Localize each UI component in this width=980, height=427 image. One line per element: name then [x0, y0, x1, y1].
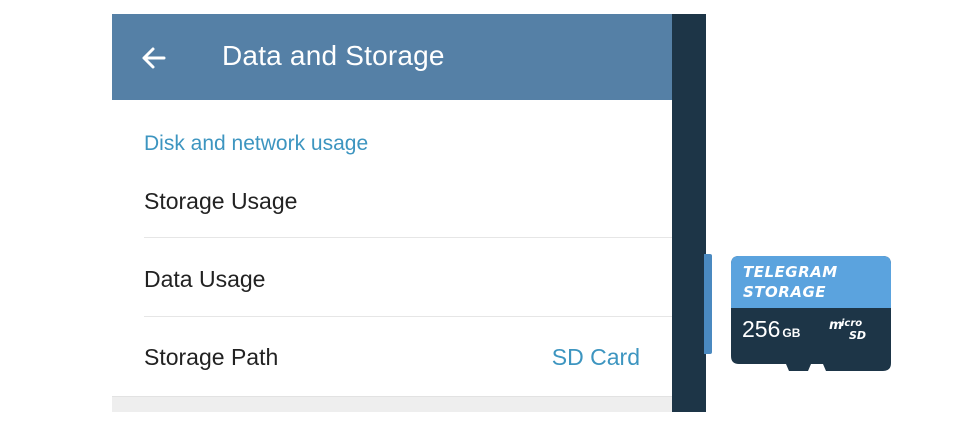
side-panel-edge [672, 14, 706, 412]
svg-text:SD: SD [849, 329, 866, 342]
settings-screen: Data and Storage Disk and network usage … [112, 14, 672, 412]
microsd-logo-icon: m icro SD [829, 318, 866, 342]
sd-card-capacity: 256 GB [742, 316, 800, 343]
data-usage-row[interactable]: Data Usage [112, 242, 672, 320]
app-bar: Data and Storage [112, 14, 672, 100]
arrow-left-icon [142, 47, 166, 69]
list-bottom-shade [112, 396, 672, 412]
sd-card-brand: TELEGRAM STORAGE [743, 262, 888, 302]
sd-brand-line2: STORAGE [743, 283, 827, 301]
row-label: Data Usage [144, 266, 266, 292]
storage-usage-row[interactable]: Storage Usage [112, 164, 672, 242]
svg-text:icro: icro [841, 318, 862, 329]
back-button[interactable] [134, 38, 174, 78]
sd-brand-line1: TELEGRAM [743, 263, 838, 281]
page-title: Data and Storage [222, 40, 445, 71]
section-header: Disk and network usage [144, 132, 369, 155]
divider [144, 237, 672, 238]
sd-card-illustration: TELEGRAM STORAGE 256 GB m icro SD [731, 256, 891, 371]
divider [144, 316, 672, 317]
row-label: Storage Usage [144, 188, 298, 214]
storage-path-row[interactable]: Storage Path SD Card [112, 320, 672, 398]
storage-path-value: SD Card [551, 344, 640, 370]
capacity-unit: GB [782, 326, 801, 340]
row-label: Storage Path [144, 344, 279, 370]
capacity-value: 256 [742, 316, 781, 342]
side-panel-highlight [704, 254, 712, 354]
